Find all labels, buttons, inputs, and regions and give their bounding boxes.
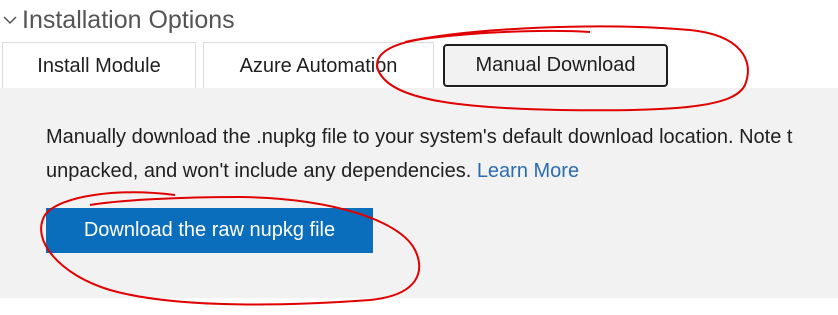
tab-azure-automation[interactable]: Azure Automation (203, 42, 434, 89)
description-line-2: unpacked, and won't include any dependen… (46, 154, 838, 188)
installation-tabs: Install Module Azure Automation Manual D… (0, 42, 838, 89)
download-raw-nupkg-button[interactable]: Download the raw nupkg file (46, 208, 373, 253)
installation-options-header[interactable]: Installation Options (0, 0, 838, 40)
description-line-2-text: unpacked, and won't include any dependen… (46, 160, 472, 182)
description-line-1: Manually download the .nupkg file to you… (46, 126, 793, 148)
panel-description: Manually download the .nupkg file to you… (46, 120, 838, 188)
section-title: Installation Options (22, 6, 235, 34)
manual-download-panel: Manually download the .nupkg file to you… (0, 88, 838, 298)
learn-more-link[interactable]: Learn More (477, 160, 579, 182)
chevron-down-icon[interactable] (0, 5, 20, 35)
tab-manual-download[interactable]: Manual Download (443, 44, 668, 87)
tab-install-module[interactable]: Install Module (2, 42, 196, 89)
